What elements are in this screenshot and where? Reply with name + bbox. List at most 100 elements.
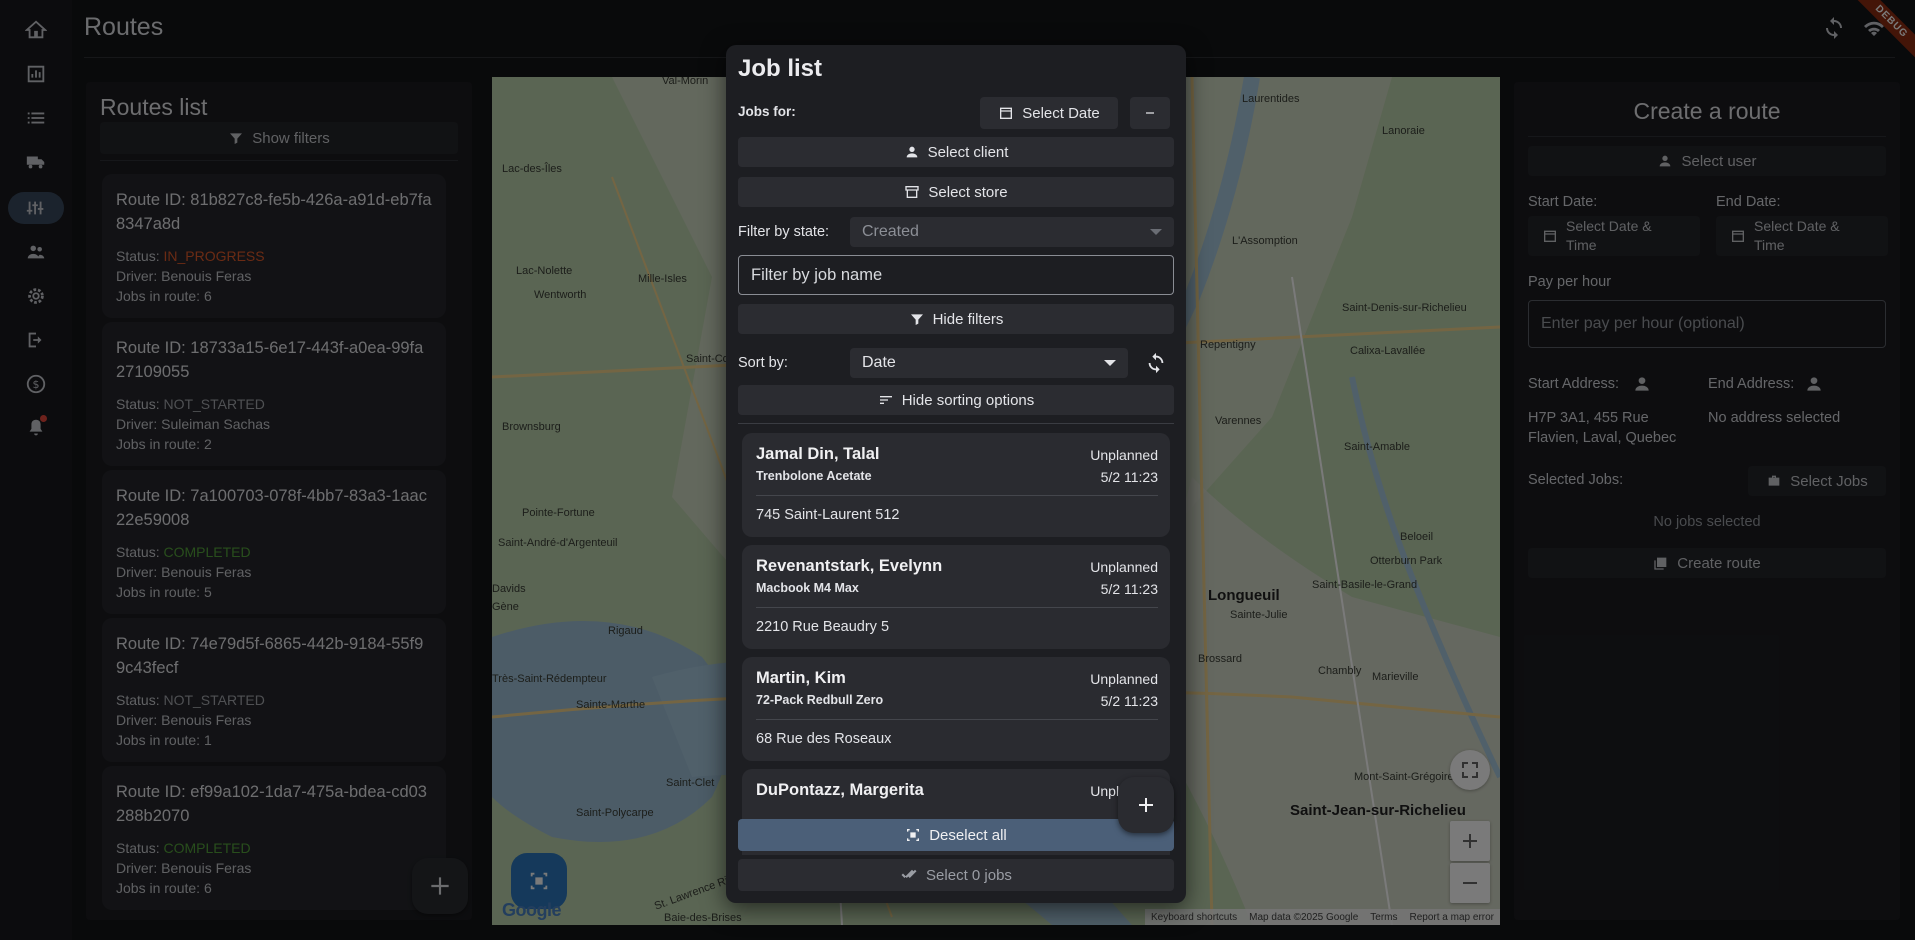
chart-icon: [27, 65, 45, 83]
minus-icon: [1463, 882, 1477, 884]
map-label: Varennes: [1215, 415, 1262, 427]
route-jobs-count: Jobs in route: 1: [116, 732, 212, 748]
zoom-in-button[interactable]: [1450, 821, 1490, 861]
job-date: 5/2 11:23: [1100, 581, 1158, 597]
start-address-label: Start Address:: [1528, 376, 1620, 392]
map-label: Marieville: [1372, 671, 1419, 683]
job-client-name: Martin, Kim: [756, 669, 846, 687]
route-card[interactable]: Route ID: ef99a102-1da7-475a-bdea-cd0328…: [102, 766, 446, 910]
nav-routes[interactable]: [8, 192, 64, 224]
filter-job-name-input[interactable]: Filter by job name: [738, 255, 1174, 295]
map-label: Gène: [492, 601, 519, 613]
map-label: Brossard: [1198, 653, 1243, 665]
show-filters-button[interactable]: Show filters: [100, 122, 458, 154]
map-label: Rigaud: [608, 625, 643, 637]
sort-select[interactable]: Date: [850, 348, 1128, 378]
notification-dot: [40, 415, 47, 422]
nav-delivery[interactable]: [8, 146, 64, 178]
add-route-button[interactable]: [412, 858, 468, 914]
jobs-for-label: Jobs for:: [738, 104, 796, 119]
job-client-name: Revenantstark, Evelynn: [756, 557, 943, 575]
route-card[interactable]: Route ID: 74e79d5f-6865-442b-9184-55f99c…: [102, 618, 446, 762]
nav-notifications[interactable]: [8, 412, 64, 444]
route-card[interactable]: Route ID: 81b827c8-fe5b-426a-a91d-eb7fa8…: [102, 174, 446, 318]
job-separator: [756, 495, 1158, 496]
job-list[interactable]: Jamal Din, Talal Trenbolone Acetate Unpl…: [738, 433, 1174, 855]
map-label: Brownsburg: [502, 421, 561, 433]
start-date-label: Start Date:: [1528, 194, 1598, 210]
fullscreen-button[interactable]: [1450, 750, 1490, 790]
select-client-button[interactable]: Select client: [738, 137, 1174, 167]
deselect-all-button[interactable]: Deselect all: [738, 819, 1174, 851]
select-store-button[interactable]: Select store: [738, 177, 1174, 207]
select-jobs-button[interactable]: Select Jobs: [1748, 466, 1886, 496]
nav-list[interactable]: [8, 102, 64, 134]
home-icon: [25, 20, 47, 39]
terms-link[interactable]: Terms: [1370, 912, 1397, 923]
job-product: Macbook M4 Max: [756, 581, 859, 595]
pay-per-hour-label: Pay per hour: [1528, 274, 1612, 290]
collapse-button[interactable]: [1130, 97, 1170, 129]
end-date-value: Select Date & Time: [1754, 218, 1840, 253]
map-label: Mille-Isles: [638, 273, 687, 285]
select-area-icon: [530, 872, 548, 890]
map-label: Davids: [492, 583, 526, 595]
hide-filters-button[interactable]: Hide filters: [738, 304, 1174, 334]
tune-icon: [26, 201, 44, 215]
filter-icon: [910, 314, 923, 325]
report-map-error-link[interactable]: Report a map error: [1410, 912, 1494, 923]
filter-state-select[interactable]: Created: [850, 217, 1174, 247]
nav-home[interactable]: [8, 14, 64, 46]
map-label: Baie-des-Brises: [664, 912, 742, 924]
route-id: Route ID: 81b827c8-fe5b-426a-a91d-eb7fa8…: [116, 191, 432, 233]
job-card[interactable]: Martin, Kim 72-Pack Redbull Zero Unplann…: [742, 657, 1170, 761]
sync-button[interactable]: [1821, 15, 1847, 41]
plus-icon: [1463, 834, 1477, 848]
nav-logout[interactable]: [8, 324, 64, 356]
select-date-label: Select Date: [1022, 104, 1100, 122]
job-state: Unplanned: [1090, 671, 1158, 687]
route-id: Route ID: 74e79d5f-6865-442b-9184-55f99c…: [116, 635, 424, 677]
nav-users[interactable]: [8, 236, 64, 268]
end-date-button[interactable]: Select Date & Time: [1716, 216, 1888, 256]
nav-dashboard[interactable]: [8, 58, 64, 90]
nav-settings[interactable]: [8, 280, 64, 312]
job-product: Trenbolone Acetate: [756, 469, 872, 483]
route-id: Route ID: 7a100703-078f-4bb7-83a3-1aac22…: [116, 487, 427, 529]
route-status: Status: COMPLETED: [116, 840, 251, 856]
select-date-button[interactable]: Select Date: [980, 97, 1118, 129]
minus-icon: [1146, 112, 1154, 114]
job-list-dialog: Job list Jobs for: Select Date Select cl…: [726, 45, 1186, 903]
hide-sorting-button[interactable]: Hide sorting options: [738, 385, 1174, 415]
map-label: Beloeil: [1400, 531, 1434, 543]
job-address: 745 Saint-Laurent 512: [756, 507, 900, 523]
select-jobs-confirm-button[interactable]: Select 0 jobs: [738, 859, 1174, 891]
nav-billing[interactable]: $: [8, 368, 64, 400]
start-address-person-icon[interactable]: [1632, 374, 1652, 394]
job-card[interactable]: Jamal Din, Talal Trenbolone Acetate Unpl…: [742, 433, 1170, 537]
job-card[interactable]: Revenantstark, Evelynn Macbook M4 Max Un…: [742, 545, 1170, 649]
calendar-icon: [1544, 230, 1556, 242]
map-label: Saint-Jean-sur-Richelieu: [1290, 802, 1466, 819]
end-address-person-icon[interactable]: [1804, 374, 1824, 394]
keyboard-shortcuts-link[interactable]: Keyboard shortcuts: [1151, 912, 1237, 923]
route-card[interactable]: Route ID: 18733a15-6e17-443f-a0ea-99fa27…: [102, 322, 446, 466]
calendar-icon: [1732, 230, 1744, 242]
map-label: Saint-Polycarpe: [576, 807, 654, 819]
filter-state-value: Created: [862, 223, 919, 240]
toggle-sort-order-button[interactable]: [1138, 348, 1174, 378]
create-route-button[interactable]: Create route: [1528, 548, 1886, 578]
route-driver: Driver: Benouis Feras: [116, 564, 252, 580]
deselect-icon: [907, 829, 920, 841]
start-date-button[interactable]: Select Date & Time: [1528, 216, 1700, 256]
pay-per-hour-input[interactable]: Enter pay per hour (optional): [1528, 300, 1886, 348]
create-route-label: Create route: [1677, 554, 1761, 572]
route-card[interactable]: Route ID: 7a100703-078f-4bb7-83a3-1aac22…: [102, 470, 446, 614]
fullscreen-icon: [1462, 762, 1478, 778]
map-label: Wentworth: [534, 289, 587, 301]
add-job-button[interactable]: [1118, 777, 1174, 833]
end-address-label: End Address:: [1708, 376, 1795, 392]
zoom-out-button[interactable]: [1450, 863, 1490, 903]
job-separator: [756, 607, 1158, 608]
select-user-button[interactable]: Select user: [1528, 146, 1886, 176]
